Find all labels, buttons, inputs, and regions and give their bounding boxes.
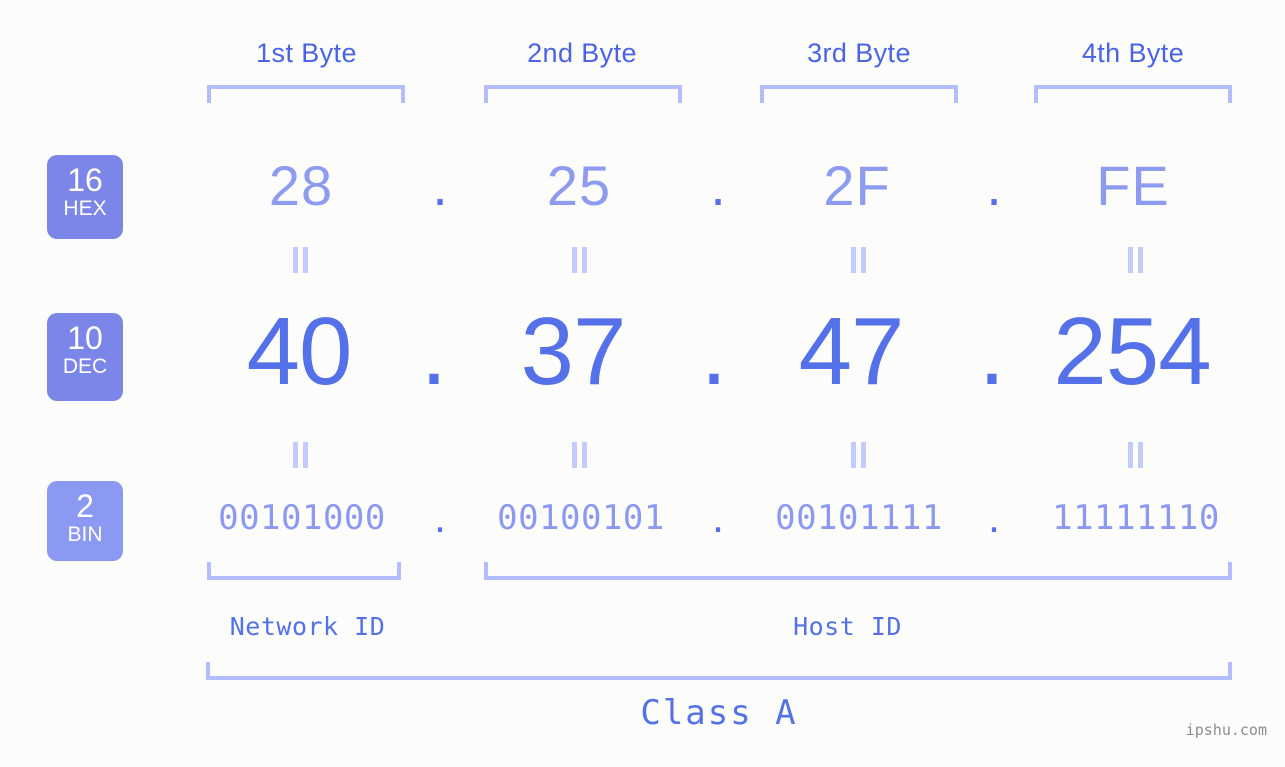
base-badge-dec-number: 10 [67, 320, 103, 356]
equals-mark-hex-dec-4 [1127, 247, 1145, 273]
hex-separator-3: . [986, 154, 1002, 217]
dec-byte-1: 40 [246, 298, 353, 405]
hex-separator-1: . [432, 154, 448, 217]
base-badge-bin: 2 BIN [47, 481, 123, 561]
dec-separator-2: . [700, 298, 728, 405]
network-id-bracket [207, 562, 401, 580]
equals-mark-dec-bin-3 [850, 442, 868, 468]
base-badge-hex-number: 16 [67, 162, 103, 198]
dec-separator-1: . [420, 298, 448, 405]
byte-bracket-top-1 [207, 85, 405, 103]
hex-byte-3: 2F [823, 154, 891, 217]
base-badge-hex: 16 HEX [47, 155, 123, 239]
hex-separator-2: . [710, 154, 726, 217]
bin-separator-2: . [711, 493, 725, 542]
bin-separator-3: . [987, 493, 1001, 542]
dec-byte-3: 47 [798, 298, 905, 405]
byte-bracket-top-3 [760, 85, 958, 103]
equals-mark-dec-bin-4 [1127, 442, 1145, 468]
bin-separator-1: . [433, 493, 447, 542]
base-badge-dec: 10 DEC [47, 313, 123, 401]
equals-mark-hex-dec-2 [571, 247, 589, 273]
dec-separator-3: . [978, 298, 1006, 405]
network-id-label: Network ID [229, 612, 386, 641]
hex-byte-4: FE [1096, 154, 1170, 217]
class-bracket [206, 662, 1232, 680]
base-badge-bin-abbr: BIN [67, 523, 103, 546]
dec-byte-2: 37 [520, 298, 627, 405]
hex-byte-1: 28 [268, 154, 334, 217]
bin-byte-3: 00101111 [775, 498, 943, 538]
equals-mark-dec-bin-1 [292, 442, 310, 468]
site-watermark: ipshu.com [1185, 721, 1267, 739]
base-badge-hex-abbr: HEX [63, 197, 107, 220]
host-id-label: Host ID [793, 612, 902, 641]
byte-header-1: 1st Byte [256, 38, 357, 68]
base-badge-bin-number: 2 [76, 488, 94, 524]
equals-mark-dec-bin-2 [571, 442, 589, 468]
base-badge-dec-abbr: DEC [62, 355, 108, 378]
bin-byte-2: 00100101 [497, 498, 665, 538]
bin-byte-4: 11111110 [1052, 498, 1220, 538]
ip-breakdown-diagram: 1st Byte 2nd Byte 3rd Byte 4th Byte 16 H… [0, 0, 1285, 767]
equals-mark-hex-dec-1 [292, 247, 310, 273]
class-label: Class A [640, 693, 798, 733]
hex-byte-2: 25 [546, 154, 612, 217]
byte-bracket-top-4 [1034, 85, 1232, 103]
dec-byte-4: 254 [1053, 298, 1211, 405]
byte-header-3: 3rd Byte [807, 38, 911, 68]
bin-byte-1: 00101000 [218, 498, 386, 538]
byte-bracket-top-2 [484, 85, 682, 103]
byte-header-4: 4th Byte [1081, 38, 1185, 68]
equals-mark-hex-dec-3 [850, 247, 868, 273]
host-id-bracket [484, 562, 1232, 580]
byte-header-2: 2nd Byte [527, 38, 637, 68]
